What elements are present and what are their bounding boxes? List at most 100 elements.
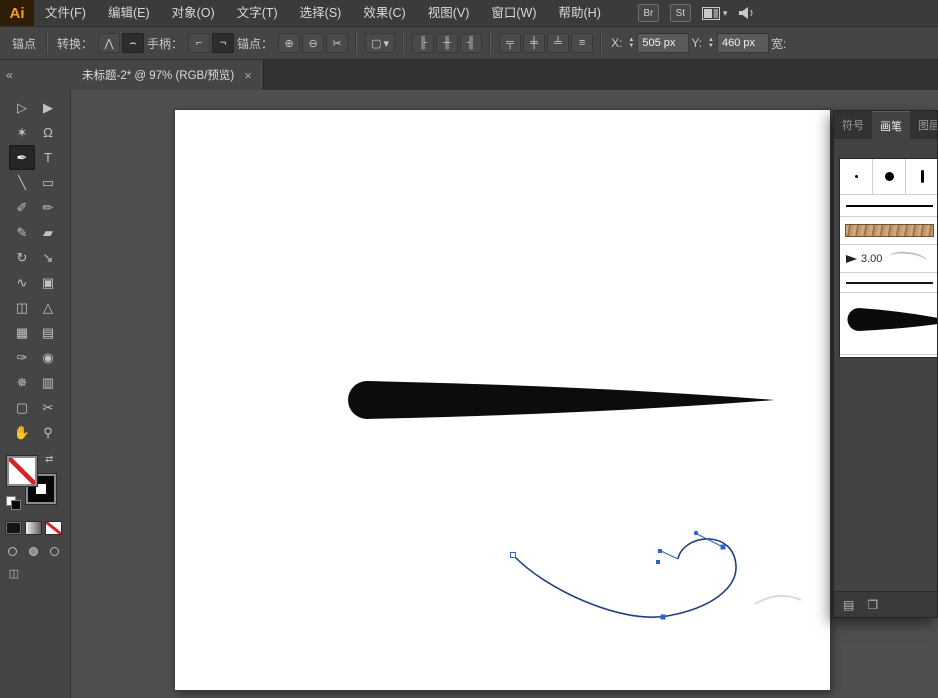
- pencil-tool[interactable]: ✏: [35, 195, 61, 220]
- artboard[interactable]: [175, 110, 830, 690]
- free-transform-tool[interactable]: ▣: [35, 270, 61, 295]
- convert-to-smooth-button[interactable]: ⌢: [122, 33, 145, 53]
- draw-inside-button[interactable]: [45, 543, 64, 559]
- slice-tool[interactable]: ✂: [35, 395, 61, 420]
- align-middle-button[interactable]: ╪: [523, 33, 546, 53]
- fill-none-swatch[interactable]: [7, 456, 37, 486]
- align-right-button[interactable]: ╢: [460, 33, 483, 53]
- eraser-tool[interactable]: ▰: [35, 220, 61, 245]
- brush-item-calligraphic[interactable]: [906, 159, 937, 194]
- line-segment-tool[interactable]: ╲: [9, 170, 35, 195]
- menu-edit[interactable]: 编辑(E): [97, 0, 161, 26]
- fill-stroke-widget: ⇄: [5, 454, 67, 512]
- tab-brushes[interactable]: 画笔: [872, 111, 910, 139]
- brush-item-dot-large[interactable]: [873, 159, 906, 194]
- lasso-tool[interactable]: Ω: [35, 120, 61, 145]
- brush-item-dot-small[interactable]: [840, 159, 873, 194]
- lasso-icon: Ω: [43, 125, 53, 140]
- gradient-tool[interactable]: ▤: [35, 320, 61, 345]
- brush-libraries-menu-icon[interactable]: ▤: [843, 598, 854, 612]
- large-dot-icon: [884, 172, 894, 181]
- align-center-button[interactable]: ╫: [436, 33, 459, 53]
- arrange-documents-button[interactable]: ▾: [701, 6, 728, 20]
- blob-brush-tool[interactable]: ✎: [9, 220, 35, 245]
- perspective-grid-tool[interactable]: △: [35, 295, 61, 320]
- hide-handles-button[interactable]: ¬: [212, 33, 235, 53]
- align-left-button[interactable]: ╟: [412, 33, 435, 53]
- brush-item-basic-line[interactable]: [840, 195, 937, 217]
- menu-file[interactable]: 文件(F): [34, 0, 97, 26]
- black-taper-stroke[interactable]: [348, 381, 775, 419]
- anchor-point: [660, 614, 666, 620]
- type-tool[interactable]: T: [35, 145, 61, 170]
- menu-select[interactable]: 选择(S): [289, 0, 353, 26]
- brush-item-pattern[interactable]: [840, 217, 937, 245]
- convert-to-corner-button[interactable]: ⋀: [98, 33, 121, 53]
- toolbar-collapse[interactable]: «: [0, 60, 71, 90]
- isolate-object-button[interactable]: ▢ ▾: [365, 33, 396, 53]
- default-fill-stroke-icon[interactable]: [6, 496, 22, 510]
- rectangle-tool[interactable]: ▭: [35, 170, 61, 195]
- width-tool[interactable]: ∿: [9, 270, 35, 295]
- x-input[interactable]: [637, 33, 690, 53]
- brush-item-taper-selected[interactable]: [840, 293, 937, 355]
- selection-tool[interactable]: ▶: [35, 95, 61, 120]
- show-handles-button[interactable]: ⌐: [188, 33, 211, 53]
- blend-tool[interactable]: ◉: [35, 345, 61, 370]
- zoom-tool[interactable]: ⚲: [35, 420, 61, 445]
- megaphone-button[interactable]: [738, 6, 756, 20]
- bridge-button[interactable]: Br: [637, 4, 659, 22]
- direct-selection-tool[interactable]: ▷: [9, 95, 35, 120]
- symbol-sprayer-tool[interactable]: ✵: [9, 370, 35, 395]
- tab-layers[interactable]: 图层: [910, 111, 937, 139]
- align-top-button[interactable]: ╤: [499, 33, 522, 53]
- hide-handles-icon: ¬: [219, 37, 227, 49]
- add-anchor-button[interactable]: ⊕: [278, 33, 301, 53]
- new-brush-icon[interactable]: ❐: [867, 598, 878, 612]
- brush-item-charcoal[interactable]: [840, 273, 937, 293]
- hand-tool[interactable]: ✋: [9, 420, 35, 445]
- remove-anchor-button[interactable]: ⊖: [302, 33, 325, 53]
- magic-wand-tool[interactable]: ✶: [9, 120, 35, 145]
- menu-help[interactable]: 帮助(H): [548, 0, 612, 26]
- eyedropper-tool[interactable]: ✑: [9, 345, 35, 370]
- anchor-edit-label: 锚点：: [237, 36, 274, 51]
- draw-behind-button[interactable]: [24, 543, 43, 559]
- distribute-button[interactable]: ≡: [571, 33, 594, 53]
- stock-button[interactable]: St: [669, 4, 691, 22]
- paintbrush-tool[interactable]: ✐: [9, 195, 35, 220]
- menu-effect[interactable]: 效果(C): [352, 0, 416, 26]
- y-input[interactable]: [717, 33, 769, 53]
- swap-fill-stroke-icon[interactable]: ⇄: [45, 454, 53, 465]
- screen-mode-button[interactable]: ◫: [4, 565, 24, 581]
- align-bottom-button[interactable]: ╧: [547, 33, 570, 53]
- x-stepper[interactable]: ▲ ▼: [628, 37, 634, 49]
- none-button[interactable]: [45, 521, 62, 535]
- menu-view[interactable]: 视图(V): [417, 0, 481, 26]
- brush-item-size[interactable]: 3.00: [840, 245, 937, 273]
- mesh-tool[interactable]: ▦: [9, 320, 35, 345]
- menu-object[interactable]: 对象(O): [161, 0, 226, 26]
- chevron-down-icon: ▾: [722, 7, 728, 18]
- color-button[interactable]: [5, 521, 22, 535]
- scale-tool[interactable]: ↘: [35, 245, 61, 270]
- draw-normal-button[interactable]: [3, 543, 22, 559]
- pen-tool[interactable]: ✒: [9, 145, 35, 170]
- document-tab[interactable]: 未标题-2* @ 97% (RGB/预览) ×: [71, 60, 264, 90]
- selected-pen-path[interactable]: [510, 530, 737, 620]
- y-stepper[interactable]: ▲ ▼: [708, 37, 714, 49]
- gradient-button[interactable]: [25, 521, 42, 535]
- gray-arc-preview: [888, 249, 929, 268]
- tab-symbols[interactable]: 符号: [834, 111, 872, 139]
- shape-builder-tool[interactable]: ◫: [9, 295, 35, 320]
- taper-wedge-icon: [846, 254, 857, 263]
- menu-window[interactable]: 窗口(W): [480, 0, 547, 26]
- cut-path-button[interactable]: ✂: [326, 33, 349, 53]
- color-mode-row: [5, 521, 62, 535]
- artboard-tool[interactable]: ▢: [9, 395, 35, 420]
- rotate-tool[interactable]: ↻: [9, 245, 35, 270]
- column-graph-tool[interactable]: ▥: [35, 370, 61, 395]
- menu-type[interactable]: 文字(T): [226, 0, 289, 26]
- close-icon[interactable]: ×: [244, 68, 252, 83]
- canvas[interactable]: 符号 画笔 图层 3.00 ▤ ❐: [71, 90, 938, 698]
